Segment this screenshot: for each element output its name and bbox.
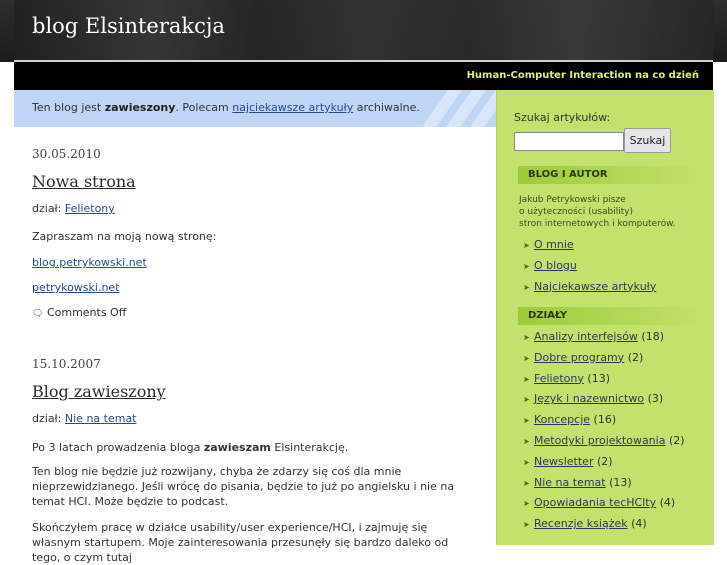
desc-line: stron internetowych i komputerów. [519,219,676,229]
category-link[interactable]: Felietony [534,372,584,385]
category-count: (18) [641,330,665,343]
desc-line: o użyteczności (usability) [519,207,634,217]
bullet-arrow-icon: ➤ [523,261,530,271]
bullet-arrow-icon: ➤ [523,436,530,446]
category-item: ➤ Dobre programy (2) [523,351,685,372]
bullet-arrow-icon: ➤ [523,416,530,426]
list-item: ➤ O mnie [523,238,656,259]
tagline-bar: Human-Computer Interaction na co dzień [14,62,713,90]
category-count: (4) [631,517,647,531]
best-articles-link[interactable]: najciekawsze artykuły [232,101,353,114]
category-count: (4) [659,496,676,510]
bullet-arrow-icon: ➤ [523,333,530,342]
petrykowski-link[interactable]: petrykowski.net [32,281,120,294]
post-body: Zapraszam na moją nową stronę: [32,230,217,243]
blog-author-heading: BLOG I AUTOR [518,166,705,184]
categories-heading: DZIAŁY [518,307,705,325]
notice-prefix: Ten blog jest [32,101,105,114]
category-item: ➤ Metodyki projektowania (2) [523,434,685,455]
category-count: (13) [609,475,632,489]
post-title[interactable]: Nowa strona [32,172,136,191]
notice-text: Ten blog jest zawieszony. Polecam najcie… [32,101,420,114]
blog-links-list: ➤ O mnie ➤ O blogu ➤ Najciekawsze artykuły [523,238,656,300]
p1-suffix: Elsinterakcję. [270,441,349,454]
category-link[interactable]: Koncepcje [534,413,590,426]
suspended-notice: Ten blog jest zawieszony. Polecam najcie… [14,90,496,127]
category-link[interactable]: Nie na temat [65,412,137,425]
category-link[interactable]: Recenzje książek [534,517,628,530]
bullet-arrow-icon: ➤ [523,499,530,509]
category-count: (3) [647,392,664,406]
category-link[interactable]: Nie na temat [534,476,606,489]
notice-bold: zawieszony [104,101,176,114]
blog-petrykowski-link[interactable]: blog.petrykowski.net [32,256,147,269]
category-item: ➤ Felietony (13) [523,372,685,393]
category-item: ➤ Newsletter (2) [523,455,685,476]
bullet-arrow-icon: ➤ [523,282,530,292]
site-title[interactable]: blog Elsinterakcja [32,14,225,38]
post-link-item: petrykowski.net [32,280,120,295]
post-paragraph: Ten blog nie będzie już rozwijany, chyba… [32,465,455,508]
post-paragraph: Po 3 latach prowadzenia bloga zawieszam … [32,440,348,455]
p1-bold: zawieszam [203,441,271,454]
category-label: dział: [32,202,65,215]
category-item: ➤ Język i nazewnictwo (3) [523,392,685,413]
post-link-item: blog.petrykowski.net [32,255,147,270]
category-count: (13) [587,371,610,385]
category-count: (2) [627,350,644,364]
bullet-arrow-icon: ➤ [523,241,530,250]
category-link[interactable]: Język i nazewnictwo [534,392,644,405]
post-date: 30.05.2010 [32,147,101,161]
post-comments: 🗨 Comments Off [32,305,126,322]
category-count: (2) [596,454,613,468]
bullet-arrow-icon: ➤ [523,395,530,405]
bullet-arrow-icon: ➤ [523,457,530,467]
list-item: ➤ O blogu [523,259,656,280]
categories-list: ➤ Analizy interfejsów (18) ➤ Dobre program… [523,330,685,538]
comments-status: Comments Off [46,306,127,319]
bullet-arrow-icon: ➤ [523,353,530,363]
site-tagline: Human-Computer Interaction na co dzień [466,70,699,81]
category-item: ➤ Nie na temat (13) [523,476,685,497]
post-paragraph: Skończyłem pracę w działce usability/use… [32,521,449,564]
about-me-link[interactable]: O mnie [534,238,574,251]
desc-line: Jakub Petrykowski pisze [519,195,626,205]
post-date: 15.10.2007 [32,357,101,371]
post-category: dział: Felietony [32,201,115,216]
category-link[interactable]: Newsletter [534,455,593,468]
p1-prefix: Po 3 latach prowadzenia bloga [32,441,204,454]
category-item: ➤ Analizy interfejsów (18) [523,330,685,351]
blog-description: Jakub Petrykowski pisze o użyteczności (… [519,194,676,230]
sidebar: Szukaj artykułów: Szukaj BLOG I AUTOR Ja… [496,90,714,545]
category-link[interactable]: Analizy interfejsów [534,330,638,343]
search-button[interactable]: Szukaj [624,128,671,153]
category-count: (16) [593,413,617,427]
category-link[interactable]: Metodyki projektowania [534,434,665,447]
best-articles-sidebar-link[interactable]: Najciekawsze artykuły [534,280,656,293]
about-blog-link[interactable]: O blogu [534,259,577,272]
category-item: ➤ Opowiadania tecHClty (4) [523,496,685,517]
category-count: (2) [668,433,685,447]
comment-icon: 🗨 [32,309,44,319]
list-item: ➤ Najciekawsze artykuły [523,280,656,301]
bullet-arrow-icon: ➤ [523,478,530,488]
category-label: dział: [32,412,65,425]
notice-middle: . Polecam [175,101,233,114]
notice-suffix: archiwalne. [353,101,420,114]
post-category: dział: Nie na temat [32,411,137,426]
search-label: Szukaj artykułów: [514,111,611,124]
bullet-arrow-icon: ➤ [523,520,530,530]
bullet-arrow-icon: ➤ [523,374,530,384]
site-header: blog Elsinterakcja [0,0,727,62]
category-link[interactable]: Opowiadania tecHClty [534,496,656,509]
category-item: ➤ Koncepcje (16) [523,413,685,434]
category-item: ➤ Recenzje książek (4) [523,517,685,538]
category-link[interactable]: Felietony [65,202,115,215]
search-input[interactable] [514,132,624,151]
post-title[interactable]: Blog zawieszony [32,382,166,401]
category-link[interactable]: Dobre programy [534,351,624,364]
